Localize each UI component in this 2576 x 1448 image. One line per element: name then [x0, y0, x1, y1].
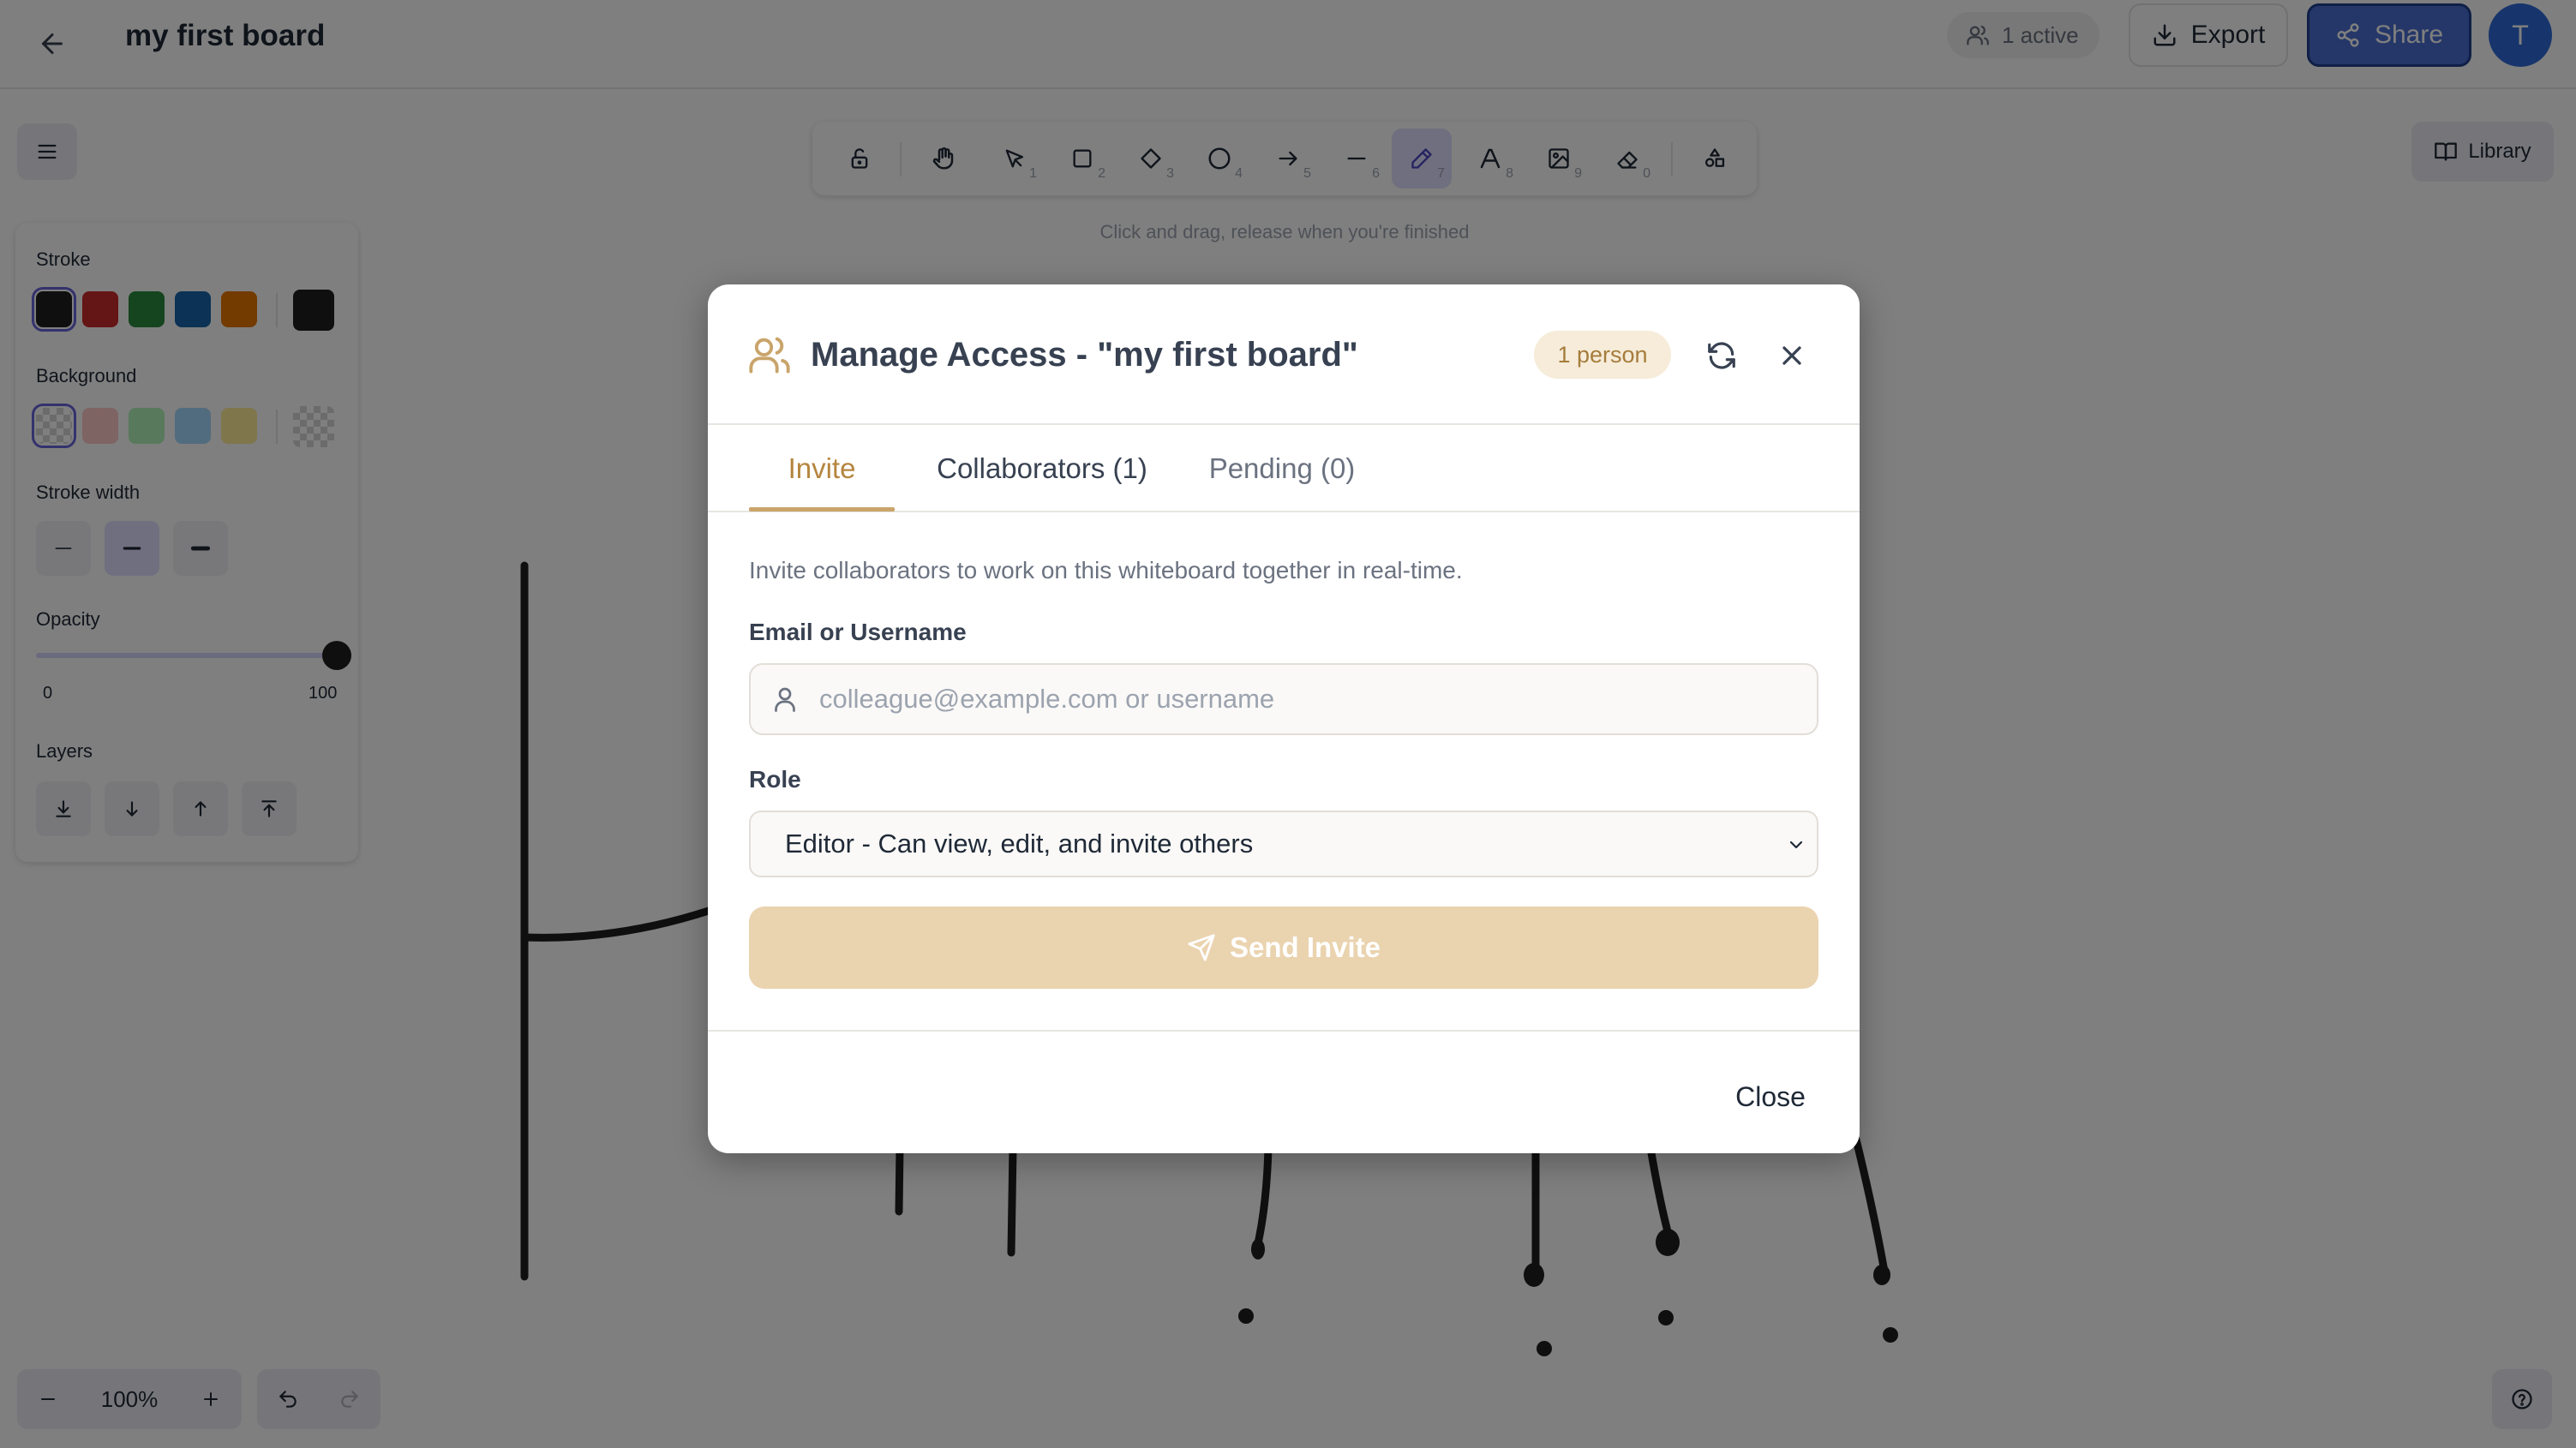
users-icon	[749, 337, 790, 374]
chevron-down-icon	[1789, 841, 1803, 849]
dialog-tabs: Invite Collaborators (1) Pending (0)	[708, 425, 1860, 512]
person-count-badge: 1 person	[1534, 331, 1671, 379]
close-icon	[1782, 346, 1801, 365]
tab-invite[interactable]: Invite	[749, 425, 895, 512]
role-selected-value: Editor - Can view, edit, and invite othe…	[785, 829, 1254, 859]
send-icon	[1188, 934, 1215, 961]
manage-access-dialog: Manage Access - "my first board" 1 perso…	[708, 284, 1860, 1153]
send-invite-label: Send Invite	[1229, 931, 1381, 963]
tab-collaborators[interactable]: Collaborators (1)	[914, 425, 1171, 512]
dialog-footer-divider	[708, 1030, 1860, 1032]
dialog-close-x-button[interactable]	[1767, 331, 1817, 380]
dialog-header: Manage Access - "my first board" 1 perso…	[708, 284, 1860, 425]
refresh-button[interactable]	[1697, 331, 1746, 380]
email-field-wrapper	[749, 663, 1818, 735]
dialog-title: Manage Access - "my first board"	[811, 336, 1358, 374]
tab-pending[interactable]: Pending (0)	[1188, 425, 1376, 512]
email-field-label: Email or Username	[749, 619, 967, 645]
role-field-label: Role	[749, 766, 801, 793]
send-invite-button[interactable]: Send Invite	[749, 906, 1818, 989]
role-select[interactable]: Editor - Can view, edit, and invite othe…	[749, 811, 1818, 877]
refresh-icon	[1708, 342, 1735, 369]
dialog-close-button[interactable]: Close	[1710, 1069, 1830, 1124]
email-input[interactable]	[819, 665, 1805, 733]
invite-description: Invite collaborators to work on this whi…	[749, 557, 1463, 583]
active-tab-indicator	[749, 507, 895, 512]
user-icon	[775, 687, 795, 712]
